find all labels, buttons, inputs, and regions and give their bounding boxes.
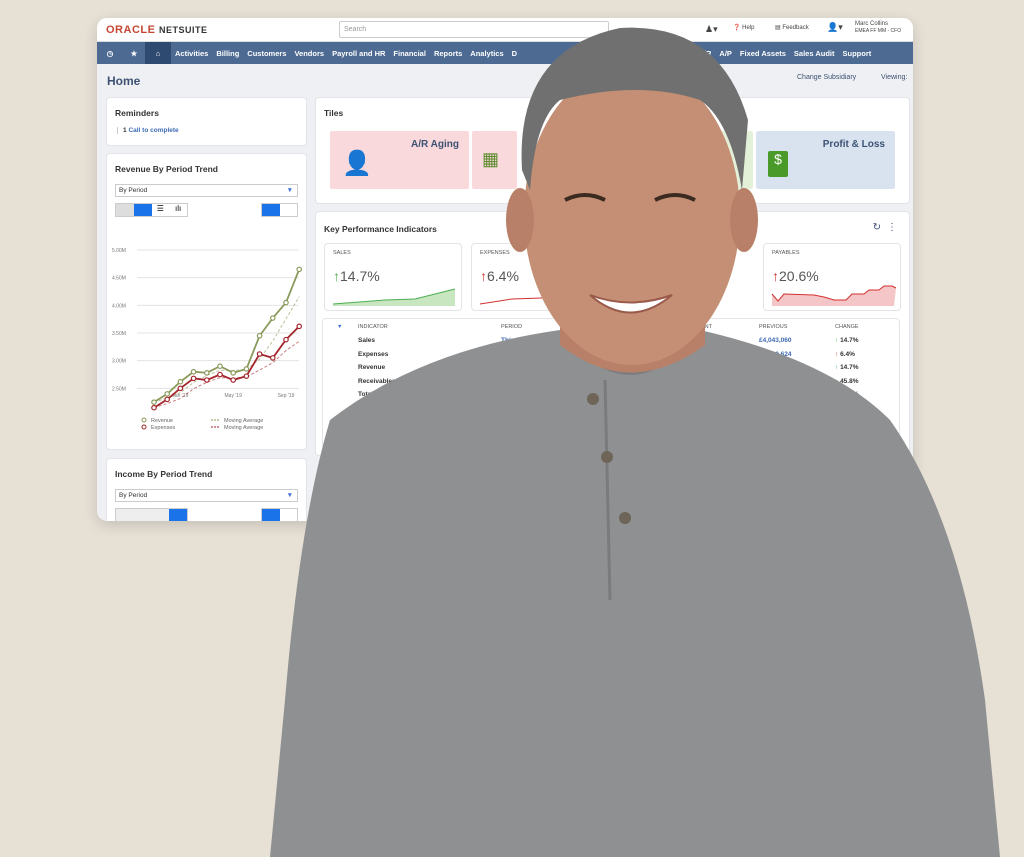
person-photo [270,27,1000,857]
button [587,393,599,405]
